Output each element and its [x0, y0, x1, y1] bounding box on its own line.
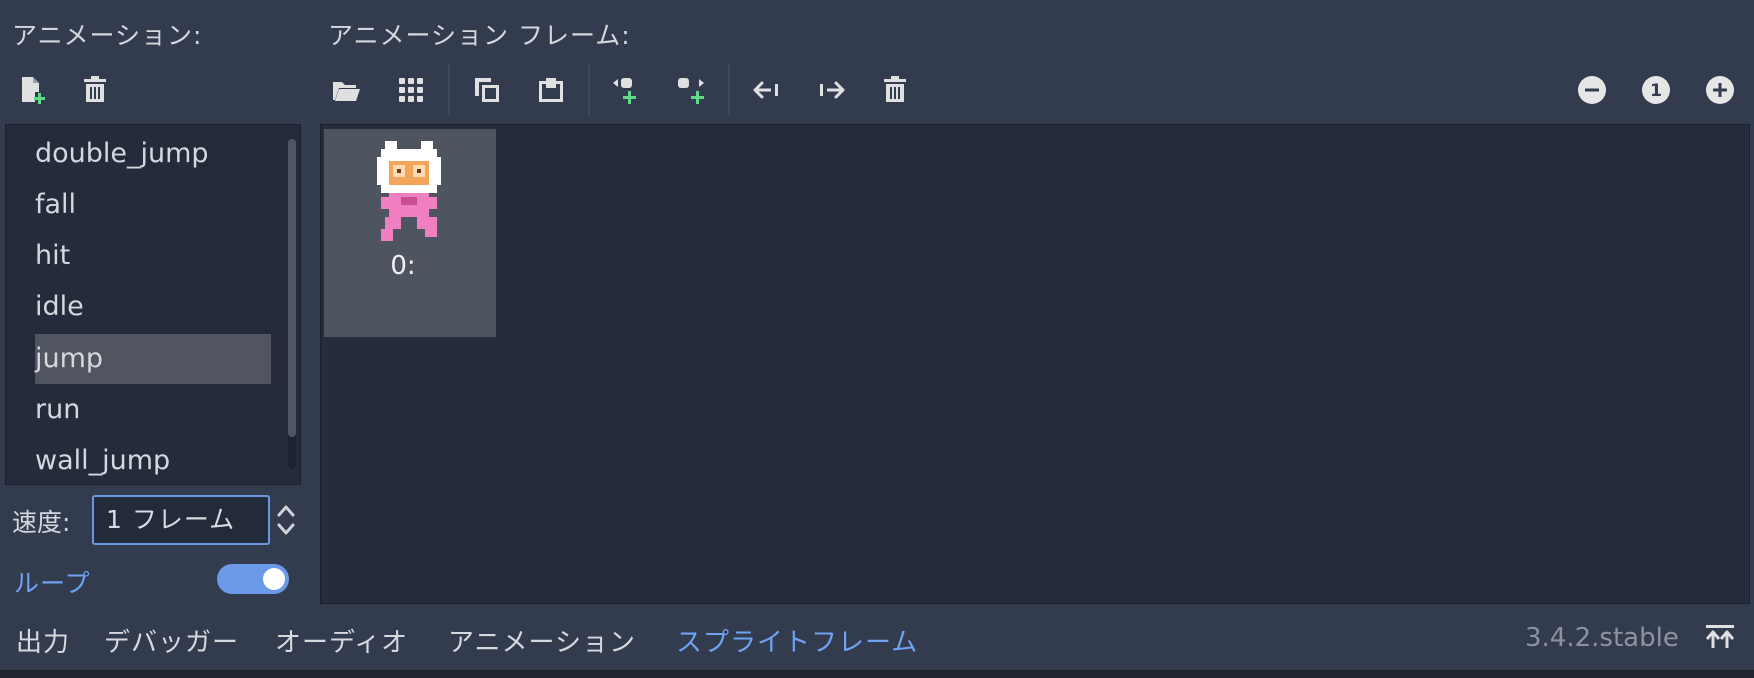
loop-label: ループ — [14, 569, 91, 598]
insert-after-icon — [678, 78, 704, 104]
trash-icon — [884, 76, 906, 102]
zoom-in-icon — [1706, 76, 1734, 104]
grid-icon — [399, 78, 423, 102]
animation-item-jump[interactable]: jump — [35, 334, 271, 384]
frames-header: アニメーション フレーム: — [328, 21, 631, 50]
animation-item-wall-jump[interactable]: wall_jump — [35, 436, 271, 486]
move-left-button[interactable] — [747, 70, 787, 110]
new-animation-icon — [22, 77, 45, 104]
loop-toggle[interactable] — [217, 564, 289, 594]
speed-label: 速度: — [12, 508, 71, 537]
tab-sprite-frames[interactable]: スプライトフレーム — [676, 622, 918, 659]
sprite-thumbnail — [377, 141, 441, 241]
tab-output[interactable]: 出力 — [16, 622, 70, 659]
load-frames-button[interactable] — [326, 70, 366, 110]
version-label: 3.4.2.stable — [1525, 623, 1679, 653]
animation-item-idle[interactable]: idle — [35, 282, 271, 332]
animation-item-fall[interactable]: fall — [35, 180, 271, 230]
trash-icon — [84, 76, 106, 102]
animation-list[interactable]: double_jump fall hit idle jump run wall_… — [5, 124, 301, 485]
paste-frame-button[interactable] — [531, 70, 571, 110]
toggle-knob — [263, 568, 285, 590]
expand-panel-button[interactable] — [1704, 622, 1736, 656]
tab-debugger[interactable]: デバッガー — [104, 622, 239, 659]
animations-header: アニメーション: — [12, 21, 203, 50]
zoom-reset-icon: 1 — [1642, 76, 1670, 104]
animation-item-hit[interactable]: hit — [35, 231, 271, 281]
tab-animation[interactable]: アニメーション — [448, 622, 636, 659]
insert-before-button[interactable] — [607, 70, 647, 110]
toolbar-separator — [728, 64, 730, 116]
animation-item-run[interactable]: run — [35, 385, 271, 435]
move-left-icon — [753, 81, 778, 99]
tab-audio[interactable]: オーディオ — [275, 622, 408, 659]
delete-animation-button[interactable] — [75, 70, 115, 110]
delete-frame-button[interactable] — [875, 70, 915, 110]
toolbar-separator — [588, 64, 590, 116]
insert-before-icon — [613, 78, 636, 104]
frames-panel[interactable]: 0: — [320, 124, 1750, 604]
animation-item-double-jump[interactable]: double_jump — [35, 129, 271, 179]
insert-after-button[interactable] — [671, 70, 711, 110]
frame-item[interactable]: 0: — [324, 129, 496, 337]
move-right-icon — [820, 81, 845, 99]
paste-icon — [539, 78, 563, 102]
sprite-sheet-button[interactable] — [391, 70, 431, 110]
move-right-button[interactable] — [811, 70, 851, 110]
scrollbar-thumb[interactable] — [288, 139, 296, 437]
zoom-reset-label: 1 — [1650, 81, 1662, 101]
copy-frame-button[interactable] — [467, 70, 507, 110]
zoom-reset-button[interactable]: 1 — [1636, 70, 1676, 110]
spin-arrows-icon[interactable] — [276, 503, 296, 537]
speed-input[interactable]: 1 フレーム — [92, 495, 270, 545]
frame-index-label: 0: — [390, 251, 416, 281]
zoom-out-button[interactable] — [1572, 70, 1612, 110]
expand-panel-icon — [1705, 625, 1735, 648]
new-animation-button[interactable] — [12, 70, 52, 110]
zoom-out-icon — [1578, 76, 1606, 104]
copy-icon — [475, 78, 499, 102]
toolbar-separator — [448, 64, 450, 116]
zoom-in-button[interactable] — [1700, 70, 1740, 110]
folder-open-icon — [333, 82, 360, 101]
bottom-border — [0, 670, 1754, 678]
